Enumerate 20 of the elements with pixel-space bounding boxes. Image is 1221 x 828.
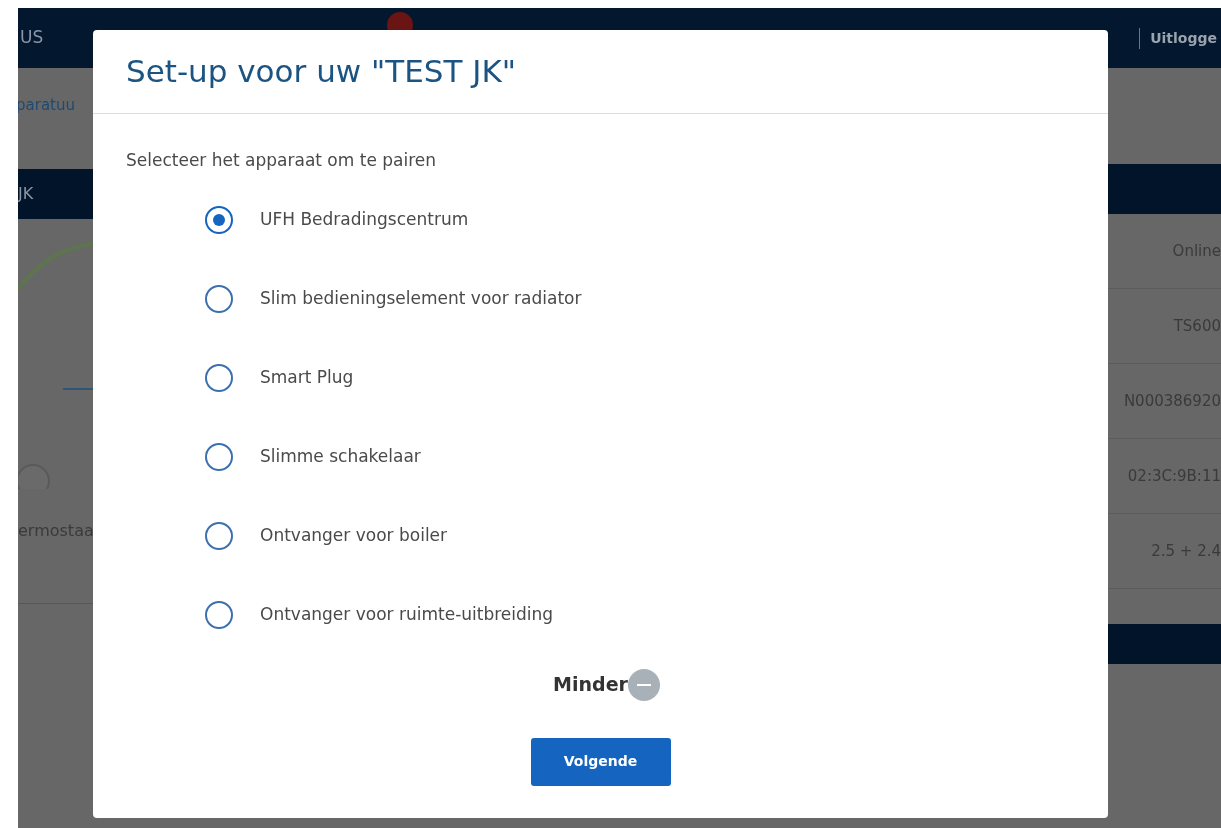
- radio-button[interactable]: [205, 205, 233, 234]
- device-option[interactable]: Slim bedieningselement voor radiator: [205, 284, 582, 313]
- device-option[interactable]: Smart Plug: [205, 363, 354, 392]
- radio-button[interactable]: [205, 600, 233, 629]
- logout-link[interactable]: Uitlogge: [1139, 27, 1217, 49]
- minus-circle-icon: [627, 668, 660, 701]
- brand-text: US: [20, 26, 44, 50]
- dialog-title: Set-up voor uw "TEST JK": [126, 52, 516, 92]
- device-option[interactable]: Slimme schakelaar: [205, 442, 421, 471]
- panel-title: JK: [18, 182, 34, 205]
- device-option[interactable]: UFH Bedradingscentrum: [205, 205, 469, 234]
- radio-button[interactable]: [205, 284, 233, 313]
- less-toggle[interactable]: Minder: [553, 668, 660, 701]
- radio-button[interactable]: [205, 521, 233, 550]
- next-button[interactable]: Volgende: [530, 737, 671, 786]
- radio-button[interactable]: [205, 442, 233, 471]
- radio-button[interactable]: [205, 363, 233, 392]
- device-option[interactable]: Ontvanger voor boiler: [205, 521, 448, 550]
- device-option[interactable]: Ontvanger voor ruimte-uitbreiding: [205, 600, 554, 629]
- prompt-text: Selecteer het apparaat om te pairen: [126, 149, 438, 172]
